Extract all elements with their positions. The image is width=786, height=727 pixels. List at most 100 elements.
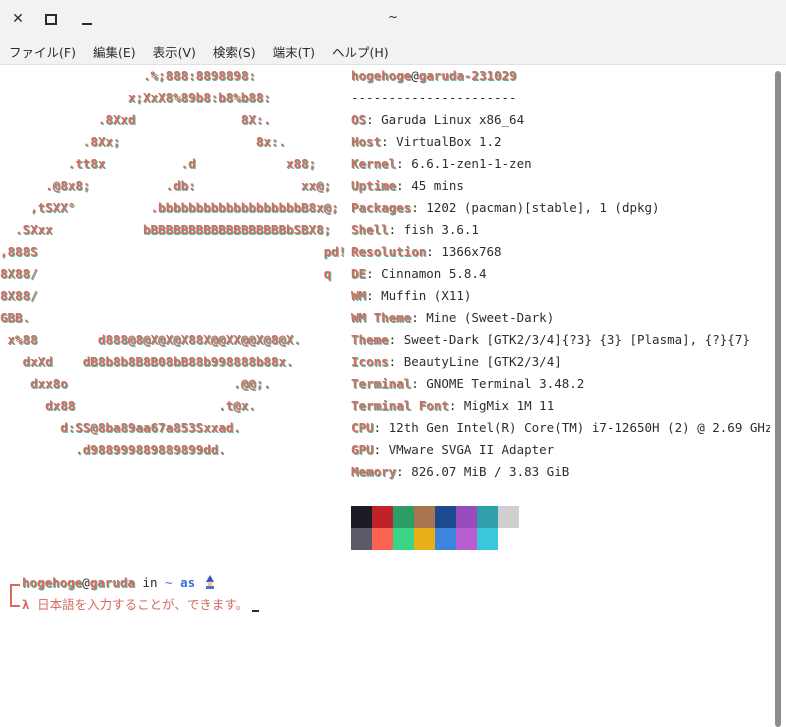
- palette-top-swatch: [435, 506, 456, 528]
- ascii-logo-line: .8Xx; 8x:.: [0, 134, 286, 149]
- info-value: GNOME Terminal 3.48.2: [426, 376, 585, 391]
- palette-bottom-swatch: [351, 528, 372, 550]
- info-key: Uptime: [351, 178, 397, 193]
- info-colon: :: [373, 442, 389, 457]
- ascii-logo-line: 8X88/: [0, 288, 38, 303]
- palette-top-swatch: [351, 506, 372, 528]
- scrollbar[interactable]: [770, 65, 786, 727]
- info-key: CPU: [351, 420, 374, 435]
- info-value: Cinnamon 5.8.4: [381, 266, 487, 281]
- info-value: 1202 (pacman)[stable], 1 (dpkg): [426, 200, 660, 215]
- ascii-logo-line: .d988999889889899dd.: [0, 442, 226, 457]
- info-value: MigMix 1M 11: [463, 398, 555, 413]
- info-value: fish 3.6.1: [403, 222, 479, 237]
- info-colon: :: [381, 134, 397, 149]
- info-key: DE: [351, 266, 367, 281]
- info-value: Muffin (X11): [381, 288, 472, 303]
- prompt-host: garuda: [89, 575, 135, 590]
- menu-bar: ファイル(F) 編集(E) 表示(V) 検索(S) 端末(T) ヘルプ(H): [0, 38, 786, 65]
- info-key: Host: [351, 134, 382, 149]
- scrollbar-thumb[interactable]: [775, 71, 781, 727]
- info-colon: :: [411, 200, 427, 215]
- info-row: WM Theme: Mine (Sweet-Dark): [351, 307, 554, 329]
- color-palette-bottom: [351, 528, 519, 550]
- menu-item-view[interactable]: 表示(V): [144, 42, 204, 61]
- prompt-in: in: [142, 575, 158, 590]
- palette-bottom-swatch: [435, 528, 456, 550]
- menu-item-edit[interactable]: 編集(E): [84, 42, 144, 61]
- title-bar[interactable]: ✕ ~: [0, 0, 786, 38]
- input-line[interactable]: λ 日本語を入力することが、できます。: [22, 594, 260, 616]
- palette-bottom-swatch: [456, 528, 477, 550]
- prompt-at: @: [82, 575, 90, 590]
- info-row: Terminal: GNOME Terminal 3.48.2: [351, 373, 584, 395]
- info-row: Theme: Sweet-Dark [GTK2/3/4]{?3} {3} [Pl…: [351, 329, 750, 351]
- info-row: Kernel: 6.6.1-zen1-1-zen: [351, 153, 532, 175]
- prompt-lambda: λ: [22, 597, 30, 612]
- info-key: Shell: [351, 222, 389, 237]
- info-key: Memory: [351, 464, 397, 479]
- ascii-logo-line: .8Xxd 8X:.: [0, 112, 271, 127]
- menu-item-help[interactable]: ヘルプ(H): [323, 42, 397, 61]
- info-row: Uptime: 45 mins: [351, 175, 464, 197]
- info-colon: :: [411, 310, 427, 325]
- ascii-logo-line: ,tSXX° .bbbbbbbbbbbbbbbbbbbB8x@;: [0, 200, 339, 215]
- menu-item-search[interactable]: 検索(S): [204, 42, 264, 61]
- ascii-logo-line: 8X88/ q: [0, 266, 332, 281]
- info-colon: :: [426, 244, 442, 259]
- terminal-area[interactable]: .%;888:8898898: x;XxX8%89b8:b8%b88: .8Xx…: [0, 65, 772, 727]
- info-colon: :: [373, 420, 389, 435]
- ascii-logo-line: dx88 .t@x.: [0, 398, 256, 413]
- info-value: BeautyLine [GTK2/3/4]: [403, 354, 562, 369]
- info-key: WM Theme: [351, 310, 412, 325]
- info-colon: :: [388, 354, 404, 369]
- info-colon: :: [396, 156, 412, 171]
- info-value: 45 mins: [411, 178, 464, 193]
- info-row: OS: Garuda Linux x86_64: [351, 109, 524, 131]
- palette-top-swatch: [477, 506, 498, 528]
- palette-bottom-swatch: [414, 528, 435, 550]
- info-row: Memory: 826.07 MiB / 3.83 GiB: [351, 461, 569, 483]
- info-key: GPU: [351, 442, 374, 457]
- color-palette-top: [351, 506, 519, 528]
- info-user: hogehoge: [351, 68, 412, 83]
- info-row: Icons: BeautyLine [GTK2/3/4]: [351, 351, 562, 373]
- menu-item-terminal[interactable]: 端末(T): [264, 42, 323, 61]
- prompt-bracket-bottom: [10, 595, 20, 607]
- info-key: Packages: [351, 200, 412, 215]
- wizard-icon: [203, 574, 217, 589]
- window-title: ~: [387, 10, 399, 24]
- info-value: Mine (Sweet-Dark): [426, 310, 555, 325]
- ascii-logo-line: .@8x8; .db: xx@;: [0, 178, 332, 193]
- info-value: 826.07 MiB / 3.83 GiB: [411, 464, 570, 479]
- info-value: 6.6.1-zen1-1-zen: [411, 156, 532, 171]
- info-colon: :: [388, 222, 404, 237]
- info-header: hogehoge@garuda-231029: [351, 65, 517, 87]
- command-input[interactable]: 日本語を入力することが、できます。: [37, 597, 248, 612]
- info-value: 12th Gen Intel(R) Core(TM) i7-12650H (2)…: [388, 420, 773, 435]
- prompt-cwd: ~: [165, 575, 173, 590]
- palette-top-swatch: [456, 506, 477, 528]
- info-colon: :: [396, 178, 412, 193]
- info-row: Shell: fish 3.6.1: [351, 219, 479, 241]
- info-colon: :: [366, 288, 382, 303]
- info-row: Resolution: 1366x768: [351, 241, 502, 263]
- menu-item-file[interactable]: ファイル(F): [0, 42, 84, 61]
- prompt-user: hogehoge: [22, 575, 83, 590]
- info-row: WM: Muffin (X11): [351, 285, 471, 307]
- info-separator: ----------------------: [351, 90, 517, 105]
- info-row: Terminal Font: MigMix 1M 11: [351, 395, 554, 417]
- palette-bottom-swatch: [372, 528, 393, 550]
- info-value: VirtualBox 1.2: [396, 134, 502, 149]
- info-key: Terminal: [351, 376, 412, 391]
- info-colon: :: [396, 464, 412, 479]
- info-row: GPU: VMware SVGA II Adapter: [351, 439, 554, 461]
- palette-top-swatch: [414, 506, 435, 528]
- palette-bottom-swatch: [477, 528, 498, 550]
- terminal-window: ✕ ~ ファイル(F) 編集(E) 表示(V) 検索(S) 端末(T) ヘルプ(…: [0, 0, 786, 727]
- info-key: Resolution: [351, 244, 427, 259]
- info-row: CPU: 12th Gen Intel(R) Core(TM) i7-12650…: [351, 417, 772, 439]
- ascii-logo-line: GBB.: [0, 310, 31, 325]
- palette-bottom-swatch: [498, 528, 519, 550]
- palette-top-swatch: [393, 506, 414, 528]
